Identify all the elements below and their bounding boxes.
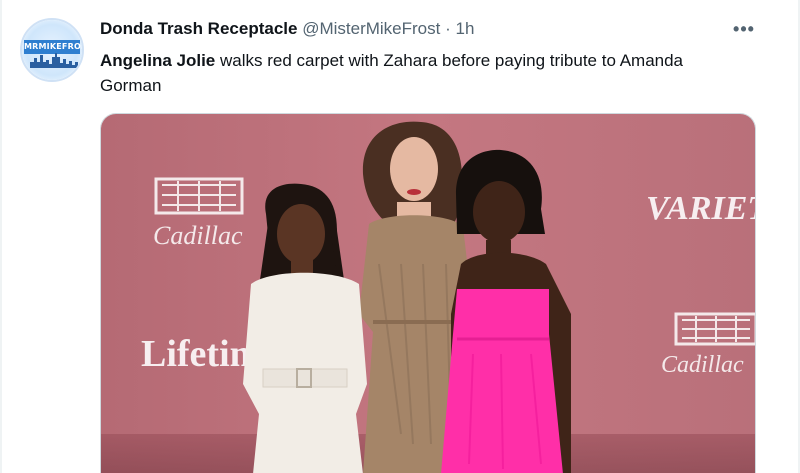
timestamp[interactable]: 1h (456, 19, 475, 38)
display-name[interactable]: Donda Trash Receptacle (100, 19, 297, 38)
cadillac-logo-left: Cadillac (153, 221, 243, 250)
variety-logo: VARIET (646, 190, 756, 227)
tweet-photo[interactable]: Cadillac VARIET Lifetim Cadillac (100, 113, 756, 473)
timeline-divider-left (0, 0, 2, 473)
avatar[interactable]: MRMIKEFROST (20, 18, 84, 82)
user-handle[interactable]: @MisterMikeFrost (302, 19, 440, 38)
separator-dot: · (445, 19, 451, 38)
cadillac-logo-right: Cadillac (661, 352, 744, 378)
more-horizontal-icon[interactable]: ••• (728, 19, 760, 43)
city-skyline-icon (30, 53, 78, 68)
tweet-header: Donda Trash Receptacle @MisterMikeFrost … (100, 19, 474, 39)
red-carpet-photo: Cadillac VARIET Lifetim Cadillac (101, 114, 756, 473)
tweet-card[interactable]: MRMIKEFROST Donda Trash Receptacle @Mist… (0, 0, 800, 473)
tweet-text: Angelina Jolie walks red carpet with Zah… (100, 48, 740, 98)
lifetime-logo: Lifetim (141, 333, 261, 375)
tweet-text-bold: Angelina Jolie (100, 51, 216, 70)
